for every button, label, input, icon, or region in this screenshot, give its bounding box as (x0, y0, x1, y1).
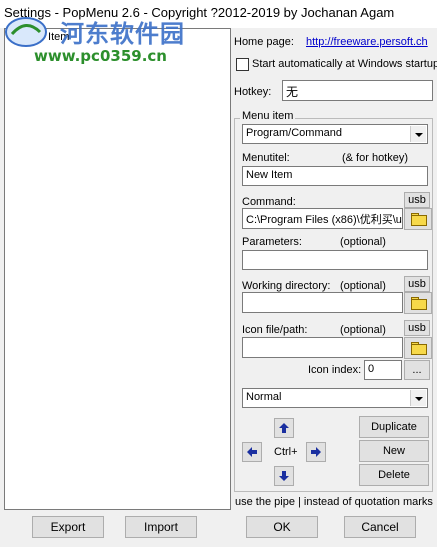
ellipsis-label: ... (412, 364, 422, 376)
folder-icon (411, 344, 427, 355)
command-usb-button[interactable]: usb (404, 192, 430, 208)
menutitel-label: Menutitel: (242, 152, 290, 164)
folder-icon (411, 299, 427, 310)
usb-label: usb (408, 278, 426, 290)
command-field[interactable]: C:\Program Files (x86)\优利买\u (242, 208, 403, 229)
parameters-field[interactable] (242, 250, 428, 270)
menu-item-group-title: Menu item (240, 110, 296, 122)
watermark-logo-icon (5, 17, 47, 47)
delete-button[interactable]: Delete (359, 464, 429, 486)
arrow-down-icon (279, 471, 289, 481)
homepage-label: Home page: (234, 36, 294, 48)
usb-label: usb (408, 194, 426, 206)
command-browse-button[interactable] (404, 208, 432, 230)
icon-index-browse-button[interactable]: ... (404, 360, 430, 380)
workdir-optional: (optional) (340, 280, 386, 292)
usb-label: usb (408, 322, 426, 334)
icon-file-label: Icon file/path: (242, 324, 308, 336)
item-type-value: Program/Command (246, 127, 342, 139)
workdir-browse-button[interactable] (404, 292, 432, 314)
export-button[interactable]: Export (32, 516, 104, 538)
move-left-button[interactable] (242, 442, 262, 462)
watermark-text: 河东软件园 (60, 20, 185, 48)
watermark-url: www.pc0359.cn (34, 47, 167, 65)
workdir-usb-button[interactable]: usb (404, 276, 430, 292)
arrow-right-icon (311, 447, 321, 457)
startup-label: Start automatically at Windows startup (252, 58, 437, 70)
window-state-select[interactable]: Normal (242, 388, 428, 408)
folder-icon (411, 215, 427, 226)
arrow-left-icon (247, 447, 257, 457)
ctrl-label: Ctrl+ (274, 446, 298, 458)
startup-checkbox[interactable] (236, 58, 249, 71)
new-button[interactable]: New (359, 440, 429, 462)
parameters-optional: (optional) (340, 236, 386, 248)
homepage-link[interactable]: http://freeware.persoft.ch (306, 36, 428, 48)
window-state-value: Normal (246, 391, 282, 403)
command-label: Command: (242, 196, 296, 208)
hotkey-label: Hotkey: (234, 86, 272, 98)
cancel-button[interactable]: Cancel (344, 516, 416, 538)
icon-file-optional: (optional) (340, 324, 386, 336)
move-up-button[interactable] (274, 418, 294, 438)
workdir-field[interactable] (242, 292, 403, 313)
chevron-down-icon (410, 390, 426, 406)
icon-usb-button[interactable]: usb (404, 320, 430, 336)
move-down-button[interactable] (274, 466, 294, 486)
hotkey-field[interactable]: 无 (282, 80, 433, 101)
icon-browse-button[interactable] (404, 337, 432, 359)
menu-tree[interactable]: New Item (4, 28, 231, 510)
item-type-select[interactable]: Program/Command (242, 124, 428, 144)
ok-button[interactable]: OK (246, 516, 318, 538)
move-right-button[interactable] (306, 442, 326, 462)
icon-file-field[interactable] (242, 337, 403, 358)
menutitel-hint: (& for hotkey) (342, 152, 409, 164)
settings-window: Settings - PopMenu 2.6 - Copyright ?2012… (0, 0, 437, 547)
menutitel-field[interactable]: New Item (242, 166, 428, 186)
pipe-hint: use the pipe | instead of quotation mark… (235, 496, 437, 508)
icon-index-field[interactable]: 0 (364, 360, 402, 380)
icon-index-label: Icon index: (308, 364, 362, 376)
workdir-label: Working directory: (242, 280, 331, 292)
chevron-down-icon (410, 126, 426, 142)
parameters-label: Parameters: (242, 236, 302, 248)
import-button[interactable]: Import (125, 516, 197, 538)
duplicate-button[interactable]: Duplicate (359, 416, 429, 438)
arrow-up-icon (279, 423, 289, 433)
